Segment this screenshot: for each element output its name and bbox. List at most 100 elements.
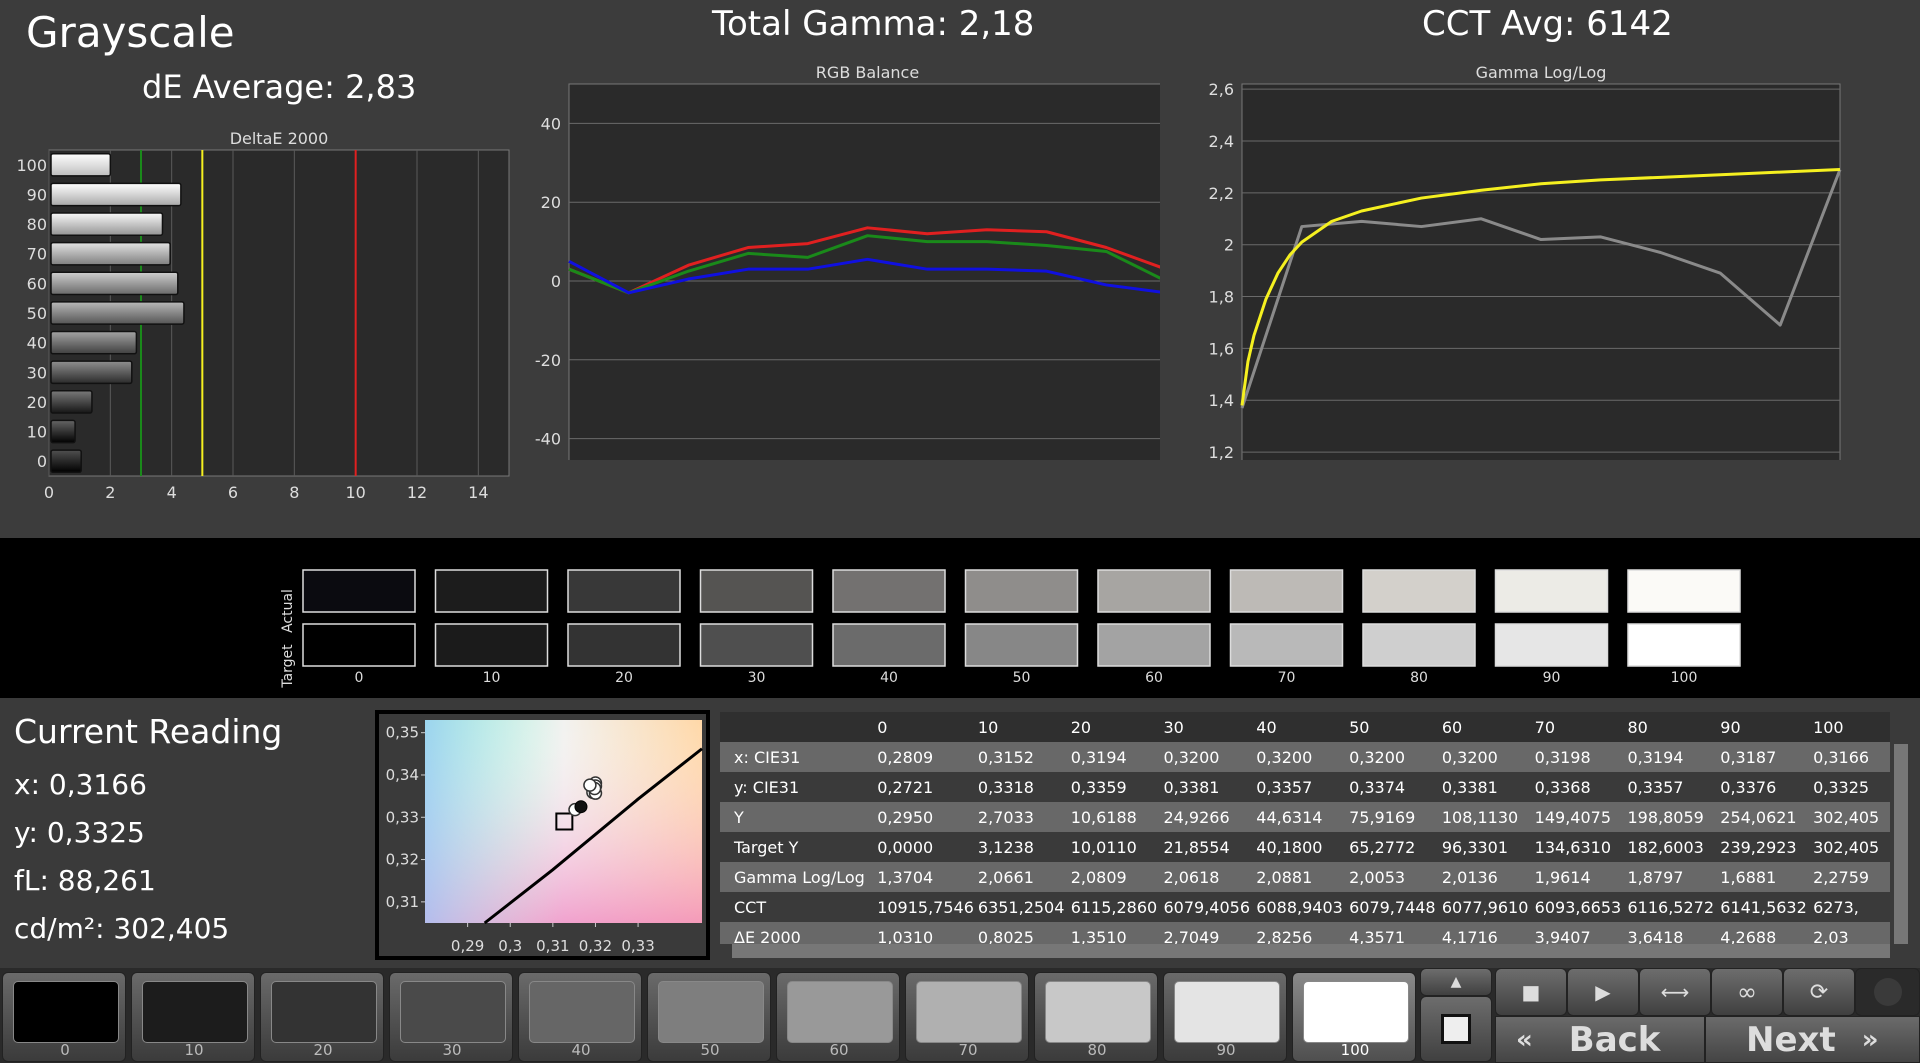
reading-x: x: 0,3166 (14, 768, 147, 801)
y-tick-label: 1,4 (1209, 391, 1234, 410)
patch-button[interactable]: 60 (776, 972, 900, 1062)
patch-button[interactable]: 10 (131, 972, 255, 1062)
fit-width-icon: ⟷ (1660, 980, 1690, 1004)
x-tick-label: 0 (44, 483, 54, 502)
play-button[interactable]: ▶ (1567, 968, 1639, 1016)
patch-label: 90 (1216, 1041, 1236, 1059)
chart-title: DeltaE 2000 (230, 129, 329, 148)
patch-swatch (1303, 981, 1409, 1043)
de-average: dE Average: 2,83 (142, 68, 417, 106)
status-dot-icon (1873, 978, 1902, 1006)
deltae-bar (50, 212, 164, 236)
table-cell: 1,0310 (873, 922, 974, 944)
table-cell: 10915,7546 (873, 892, 974, 922)
current-reading-title: Current Reading (14, 712, 283, 751)
table-cell: 6079,4056 (1159, 892, 1253, 922)
stop-square-icon (1441, 1014, 1471, 1044)
swatch-level-label: 30 (748, 670, 766, 686)
patch-button[interactable]: 80 (1034, 972, 1158, 1062)
next-button[interactable]: Next » (1705, 1016, 1920, 1063)
column-header: 30 (1159, 712, 1253, 742)
table-cell: 4,2688 (1716, 922, 1810, 944)
stop-button[interactable]: ■ (1495, 968, 1567, 1016)
table-cell: 0,3152 (973, 742, 1067, 772)
x-tick-label: 4 (167, 483, 177, 502)
x-tick-label: 14 (468, 483, 488, 502)
refresh-button[interactable]: ⟳ (1783, 968, 1855, 1016)
table-row: Y 0,2950 2,7033 10,6188 24,9266 44,6314 75,916… (720, 802, 1890, 832)
table-cell: 0,3318 (973, 772, 1067, 802)
x-tick-label: 6 (228, 483, 238, 502)
chart-title: RGB Balance (816, 63, 919, 82)
table-cell: 0,3376 (1716, 772, 1810, 802)
patch-label: 40 (571, 1041, 591, 1059)
rgb-balance-chart: RGB Balance010203040506070809010040200-2… (535, 63, 1160, 460)
patch-label: 20 (313, 1041, 333, 1059)
patch-button[interactable]: 40 (518, 972, 642, 1062)
swatch-level-label: 70 (1278, 670, 1296, 686)
y-tick-label: 1,6 (1209, 339, 1234, 358)
y-tick-label: 20 (541, 193, 561, 212)
table-cell: 0,8025 (973, 922, 1067, 944)
patch-button[interactable]: 70 (905, 972, 1029, 1062)
chevron-up-icon: ▲ (1450, 974, 1462, 990)
scroll-up-button[interactable]: ▲ (1420, 968, 1492, 996)
table-cell: 1,9614 (1530, 862, 1624, 892)
table-cell: 96,3301 (1437, 832, 1531, 862)
deltae-bar (50, 390, 93, 414)
row-label: x: CIE31 (720, 742, 874, 772)
table-cell: 44,6314 (1252, 802, 1346, 832)
target-swatch (1362, 623, 1476, 667)
table-cell: 21,8554 (1159, 832, 1253, 862)
patch-button[interactable]: 50 (647, 972, 771, 1062)
target-swatch (302, 623, 416, 667)
table-header-row: 0 10 20 30 40 50 60 70 80 90 100 (720, 712, 1890, 742)
table-vertical-scrollbar[interactable] (1894, 744, 1908, 944)
row-label-actual: Actual (280, 589, 296, 633)
table-cell: 0,0000 (873, 832, 974, 862)
patch-button[interactable]: 100 (1292, 972, 1416, 1062)
table-cell: 0,3325 (1809, 772, 1890, 802)
patch-button[interactable]: 20 (260, 972, 384, 1062)
swatch-level-label: 0 (355, 670, 364, 686)
table-cell: 10,0110 (1066, 832, 1160, 862)
cie-chromaticity-chart: 0,29 0,3 0,31 0,32 0,33 0,35 0,34 0,33 0,32 0,31 (375, 710, 710, 960)
column-header: 60 (1437, 712, 1531, 742)
patch-swatch (787, 981, 893, 1043)
category-label: 0 (37, 452, 47, 471)
target-swatch (832, 623, 946, 667)
actual-swatch (1362, 569, 1476, 613)
actual-swatch (964, 569, 1079, 613)
table-cell: 302,405 (1809, 802, 1890, 832)
deltae-bar (50, 449, 82, 474)
table-cell: 65,2772 (1345, 832, 1438, 862)
table-horizontal-scrollbar[interactable] (732, 944, 1890, 958)
table-cell: 3,9407 (1530, 922, 1624, 944)
table-cell: 302,405 (1809, 832, 1890, 862)
target-swatch (1229, 623, 1344, 667)
patch-swatch (13, 981, 119, 1043)
table-row: x: CIE31 0,2809 0,3152 0,3194 0,3200 0,3200 0,… (720, 742, 1890, 772)
table-cell: 2,0881 (1252, 862, 1346, 892)
back-button[interactable]: « Back (1495, 1016, 1705, 1063)
patch-button[interactable]: 90 (1163, 972, 1287, 1062)
patch-button[interactable]: 0 (2, 972, 126, 1062)
cct-average: CCT Avg: 6142 (1422, 4, 1673, 44)
gamma-loglog-chart: Gamma Log/Log01020304050607080901002,62,… (1209, 63, 1842, 460)
stop-patch-button[interactable] (1420, 996, 1492, 1062)
total-gamma: Total Gamma: 2,18 (712, 4, 1035, 44)
table-cell: 0,3198 (1530, 742, 1624, 772)
y-tick-label: -20 (535, 351, 561, 370)
table-cell: 2,0618 (1159, 862, 1253, 892)
y-tick-label: 2,2 (1209, 184, 1234, 203)
fit-width-button[interactable]: ⟷ (1639, 968, 1711, 1016)
actual-swatch (1494, 569, 1609, 613)
swatch-level-label: 50 (1013, 670, 1031, 686)
swatch-level-label: 100 (1671, 670, 1698, 686)
patch-swatch (658, 981, 764, 1043)
patch-button[interactable]: 30 (389, 972, 513, 1062)
patch-swatch (1174, 981, 1280, 1043)
table-cell: 4,1716 (1437, 922, 1531, 944)
deltae-bar (50, 301, 185, 325)
loop-button[interactable]: ∞ (1711, 968, 1783, 1016)
